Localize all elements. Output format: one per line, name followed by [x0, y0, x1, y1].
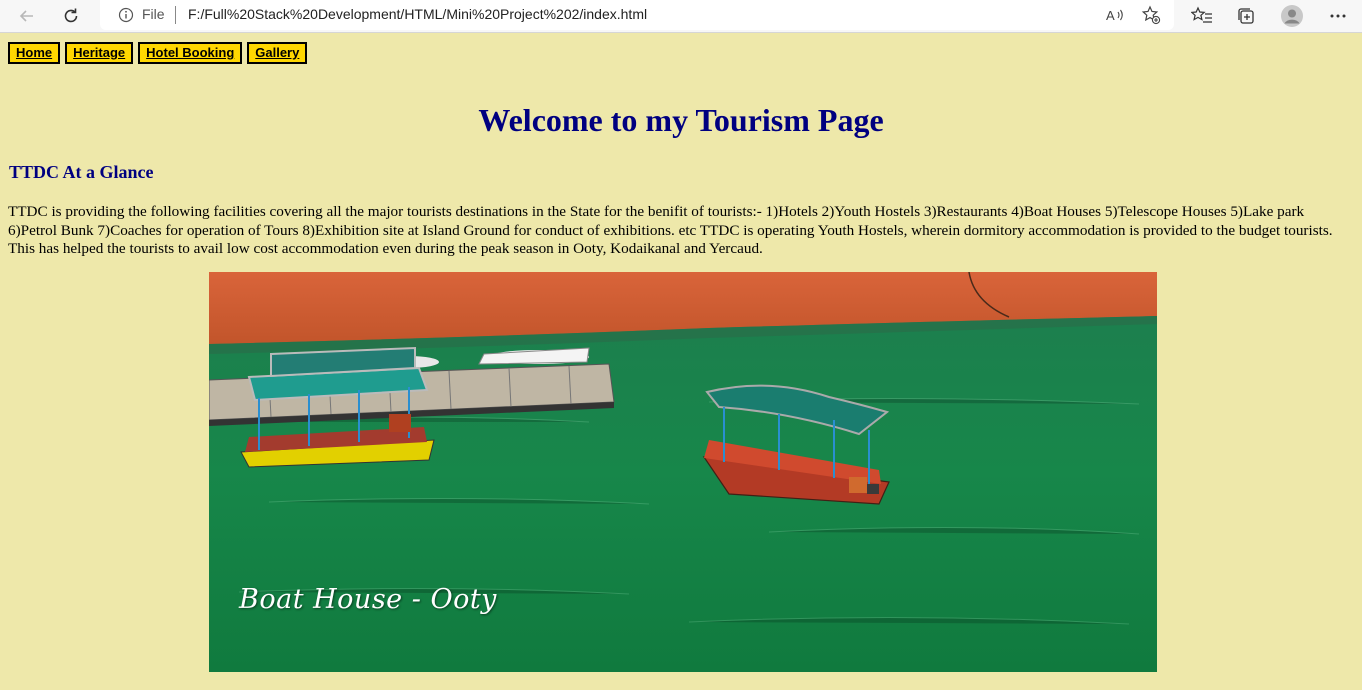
- main-menu: Home Heritage Hotel Booking Gallery: [8, 42, 308, 64]
- svg-text:A: A: [1106, 8, 1115, 23]
- url-text[interactable]: F:/Full%20Stack%20Development/HTML/Mini%…: [188, 6, 647, 22]
- collections-icon: [1238, 8, 1254, 24]
- boat-house-image: Boat House - Ooty: [209, 272, 1157, 672]
- back-arrow-icon: [19, 10, 33, 22]
- page-title: Welcome to my Tourism Page: [478, 102, 884, 138]
- back-button[interactable]: [14, 4, 40, 28]
- favorites-star-icon: [1191, 6, 1212, 23]
- address-bar[interactable]: File F:/Full%20Stack%20Development/HTML/…: [100, 0, 1174, 30]
- more-dots-icon: [1330, 14, 1346, 18]
- menu-hotel-booking-link[interactable]: Hotel Booking: [138, 42, 243, 64]
- profile-button[interactable]: [1280, 4, 1304, 28]
- section-heading: TTDC At a Glance: [9, 162, 154, 182]
- file-label: File: [142, 6, 165, 22]
- avatar-icon: [1281, 5, 1303, 27]
- menu-heritage-link[interactable]: Heritage: [65, 42, 134, 64]
- add-favorite-icon[interactable]: [1140, 5, 1162, 25]
- collections-button[interactable]: [1234, 4, 1258, 28]
- refresh-button[interactable]: [58, 4, 84, 28]
- more-options-button[interactable]: [1326, 4, 1350, 28]
- image-caption: Boat House - Ooty: [239, 584, 497, 615]
- info-icon[interactable]: [118, 7, 134, 28]
- favorites-button[interactable]: [1190, 4, 1214, 28]
- browser-toolbar: File F:/Full%20Stack%20Development/HTML/…: [0, 0, 1362, 33]
- menu-gallery-link[interactable]: Gallery: [247, 42, 308, 64]
- address-separator: [175, 6, 176, 24]
- menu-home-link[interactable]: Home: [8, 42, 61, 64]
- description-paragraph: TTDC is providing the following faciliti…: [8, 203, 1333, 257]
- refresh-icon: [64, 8, 78, 23]
- read-aloud-icon[interactable]: A: [1104, 5, 1126, 25]
